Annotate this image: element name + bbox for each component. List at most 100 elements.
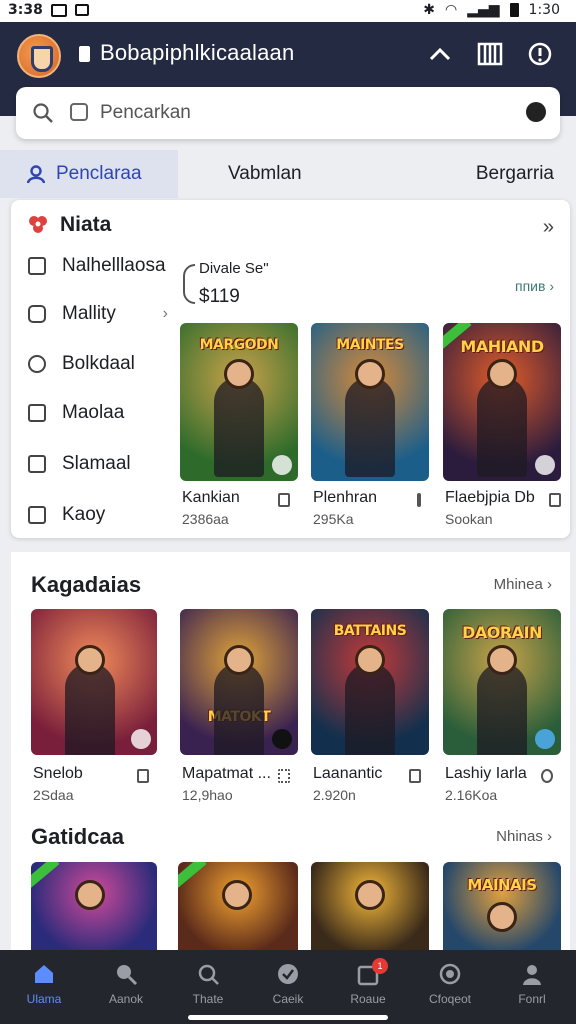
pin-icon [28,355,46,373]
app-title: Bobapiphlkicaalaan [100,40,295,65]
game-card[interactable]: MAHIAND Flaebjpia Db Sookan [443,323,561,527]
user-icon [26,165,46,184]
game-size: Sookan [445,511,493,527]
tab-vabmlan[interactable]: Vabmlan [178,150,400,198]
calendar-icon [28,257,46,275]
image-icon [28,404,46,422]
cover-title: MAINTES [336,337,404,353]
bluetooth-icon: ✱ [423,2,436,18]
nav-cfoqeot[interactable]: Cfoqeot [414,958,486,1018]
game-cover [31,862,157,950]
download-icon[interactable] [409,769,421,783]
menu-item-maolaa[interactable]: Maolaa [28,398,168,428]
game-name: Snelob [33,765,83,782]
menu-item-nalhelllaosa[interactable]: Nalhelllaosa [28,251,168,281]
game-name: Mapatmat ... [182,765,271,782]
game-size: 2386aa [182,511,229,527]
game-cover: MAINAIS [443,862,561,950]
character-head [487,645,517,675]
game-cover [31,609,157,755]
price-value: $119 [199,286,240,307]
section-more-link[interactable]: Mhinea › [494,576,552,593]
flower-icon [29,216,47,233]
game-card[interactable] [311,862,429,950]
game-cover: MARGODN [180,323,298,481]
info-icon[interactable] [526,40,554,68]
game-card[interactable]: BATTAINS Laanantic 2.920n [311,609,429,803]
game-cover: MATOKT [180,609,298,755]
game-name: Flaebjpia Db [445,489,535,506]
character-head [355,645,385,675]
featured-panel: Niata » Nalhelllaosa Mallity › Bolkdaal M… [11,200,570,538]
panel-more-button[interactable]: » [543,216,554,239]
game-card[interactable]: DAORAIN Lashiy Iarla 2.16Koa [443,609,561,803]
download-icon[interactable] [549,493,561,507]
bracket-icon [183,264,195,304]
cover-title: DAORAIN [462,623,542,642]
menu-item-kaoy[interactable]: Kaoy [28,500,168,530]
nav-label: Fonrl [518,992,546,1006]
chevron-up-icon[interactable] [426,40,454,68]
badge-icon [535,455,555,475]
search-icon [117,965,138,986]
panel-title: Niata [60,213,112,236]
tab-bar: Penclaraa Vabmlan Bergarria [0,150,576,198]
game-name: Kankian [182,489,240,506]
game-card[interactable]: MAINAIS [443,862,561,950]
game-size: 2Sdaa [33,787,74,803]
game-card[interactable]: MAINTES Plenhran 295Ka [311,323,429,527]
app-logo[interactable] [17,34,61,78]
section-more-link[interactable]: Nhinas › [496,828,552,845]
character-figure [214,663,264,755]
price-more-link[interactable]: ппив › [515,278,554,294]
badge-icon [535,729,555,749]
status-time-right: 1:30 [528,2,560,18]
tab-label: Penclaraa [56,163,142,184]
nav-aanok[interactable]: Aanok [90,958,162,1018]
game-card[interactable]: MARGODN Kankian 2386aa [180,323,298,527]
nav-label: Roaue [350,992,386,1006]
game-card[interactable] [31,862,157,950]
menu-item-slamaal[interactable]: Slamaal [28,449,168,479]
menu-item-bolkdaal[interactable]: Bolkdaal [28,349,168,379]
game-card[interactable] [178,862,298,950]
cover-title: MARGODN [199,337,279,353]
menu-item-label: Bolkdaal [62,353,135,374]
menu-item-mallity[interactable]: Mallity › [28,299,168,329]
nav-fonrl[interactable]: Fonrl [496,958,568,1018]
character-figure [65,663,115,755]
game-size: 295Ka [313,511,354,527]
section-gatidcaa: Gatidcaa Nhinas › MAINAIS [11,822,570,950]
nav-caeik[interactable]: Caeik [252,958,324,1018]
battery-icon [509,3,519,17]
download-icon[interactable] [137,769,149,783]
nav-roaue[interactable]: 1 Roaue [332,958,404,1018]
tab-bergarria[interactable]: Bergarria [400,150,576,198]
search-bar[interactable] [16,87,560,139]
timer-icon[interactable] [541,769,553,783]
search-input[interactable] [100,99,500,127]
more-options-icon[interactable] [417,493,421,507]
home-icon [35,965,53,983]
nav-home[interactable]: Ulama [8,958,80,1018]
menu-item-label: Slamaal [62,453,131,474]
character-head [487,359,517,389]
nav-label: Cfoqeot [428,992,472,1006]
price-label: Divale Se" [199,260,269,277]
download-icon[interactable] [278,493,290,507]
notification-icon [50,3,67,17]
voice-search-icon[interactable] [526,102,546,122]
game-notification-icon [74,4,89,16]
tab-penclaraa[interactable]: Penclaraa [0,150,178,198]
game-cover: BATTAINS [311,609,429,755]
game-card[interactable]: Snelob 2Sdaa [31,609,157,803]
section-kagadaias: Kagadaias Mhinea › Snelob 2Sdaa MATOKT M… [11,552,570,822]
grid-icon[interactable] [278,769,290,783]
character-figure [214,377,264,477]
character-head [224,645,254,675]
game-name: Plenhran [313,489,378,506]
game-size: 12,9hao [182,787,233,803]
barcode-icon[interactable] [476,40,504,68]
game-card[interactable]: MATOKT Mapatmat ... 12,9hao [180,609,298,803]
nav-thate[interactable]: Thate [172,958,244,1018]
